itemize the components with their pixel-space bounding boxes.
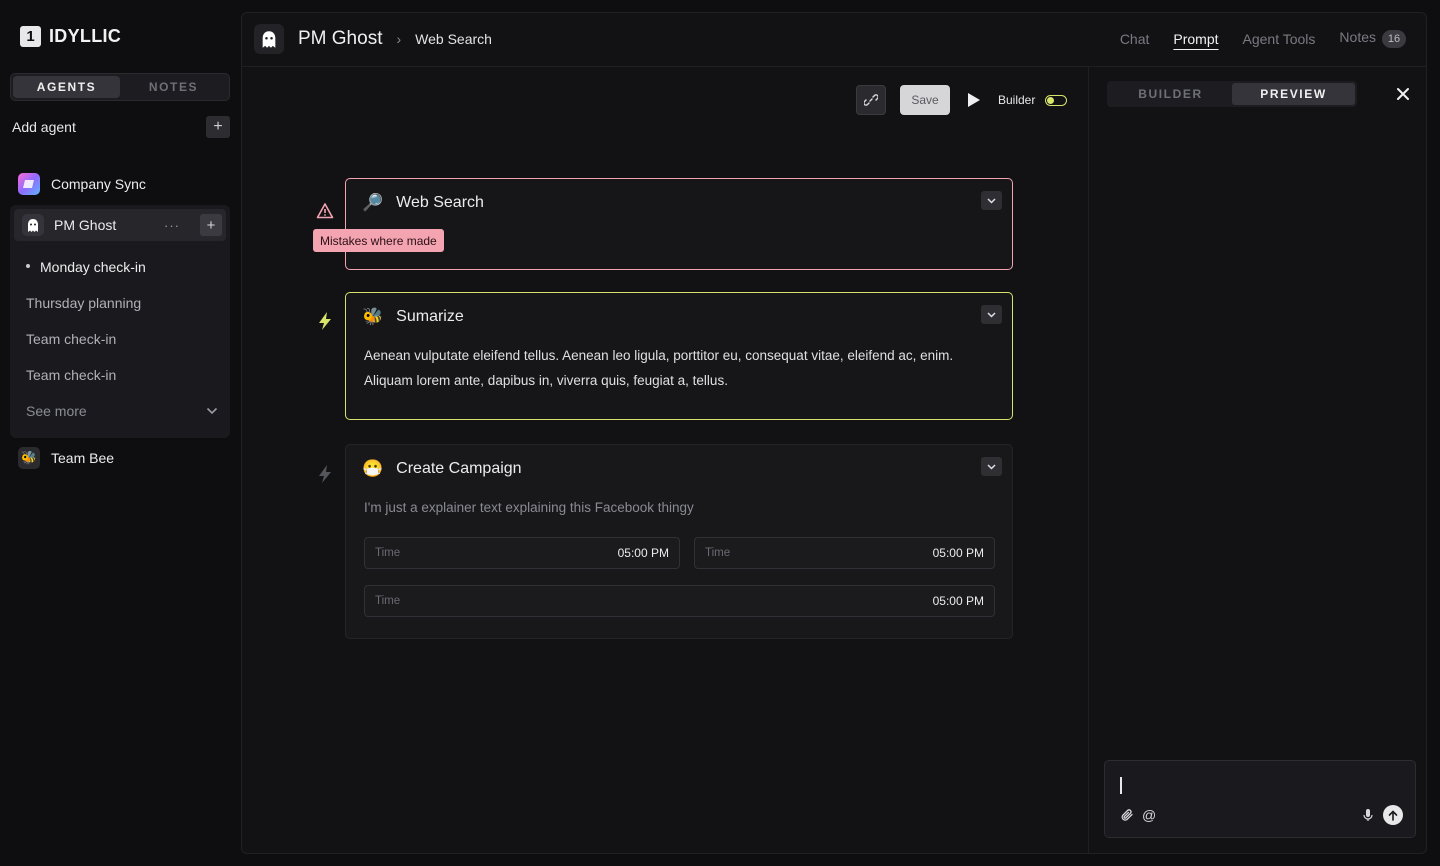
gradient-square-icon: [18, 173, 40, 195]
header-tabs: Chat Prompt Agent Tools Notes 16: [1120, 29, 1406, 48]
mask-emoji-icon: 😷: [362, 459, 384, 478]
pm-ghost-group: PM Ghost ··· + Monday check-in Thursday …: [10, 205, 230, 438]
copy-link-button[interactable]: [856, 85, 886, 115]
text-caret: [1120, 777, 1122, 794]
chevron-down-icon: [987, 197, 996, 204]
bee-emoji-icon: 🐝: [18, 447, 40, 469]
expand-button[interactable]: [981, 305, 1002, 324]
card-description: I'm just a explainer text explaining thi…: [364, 500, 694, 515]
lightning-icon: [314, 310, 336, 332]
agent-name: Team Bee: [51, 450, 115, 466]
logo-mark: 1: [20, 26, 41, 47]
card-header: 🔎 Web Search: [362, 193, 484, 213]
step-card-web-search[interactable]: 🔎 Web Search: [345, 178, 1013, 270]
card-header: 😷 Create Campaign: [362, 459, 522, 479]
time-field[interactable]: Time 05:00 PM: [694, 537, 995, 569]
card-header: 🐝 Sumarize: [362, 307, 464, 327]
builder-toggle-label: Builder: [998, 93, 1036, 107]
see-more-label: See more: [26, 403, 87, 419]
bee-emoji-icon: 🐝: [362, 307, 384, 326]
sidebar-item-team-bee[interactable]: 🐝 Team Bee: [18, 447, 114, 469]
composer-tools: @: [1120, 807, 1156, 823]
main-panel: PM Ghost › Web Search Chat Prompt Agent …: [241, 12, 1427, 854]
send-button[interactable]: [1383, 805, 1403, 825]
tab-notes[interactable]: NOTES: [120, 76, 227, 98]
sidebar-tabs: AGENTS NOTES: [10, 73, 230, 101]
arrow-up-icon: [1388, 809, 1398, 821]
breadcrumb: PM Ghost › Web Search: [254, 24, 492, 54]
app-root: 1 IDYLLIC AGENTS NOTES Add agent + Compa…: [0, 0, 1440, 866]
add-agent-row: Add agent +: [12, 116, 230, 138]
session-item[interactable]: Thursday planning: [26, 295, 141, 311]
time-field-value: 05:00 PM: [932, 594, 984, 608]
chevron-right-icon: ›: [396, 31, 402, 47]
tab-preview[interactable]: PREVIEW: [1232, 83, 1355, 105]
chevron-down-icon: [206, 407, 218, 415]
lightning-icon: [314, 463, 336, 485]
card-title: Web Search: [396, 194, 484, 211]
breadcrumb-current: Web Search: [415, 31, 492, 47]
link-icon: [864, 94, 878, 106]
card-description: Aenean vulputate eleifend tellus. Aenean…: [364, 348, 954, 388]
tab-notes-label: Notes: [1339, 29, 1376, 45]
chevron-down-icon: [987, 311, 996, 318]
tab-chat[interactable]: Chat: [1120, 31, 1150, 47]
chevron-down-icon: [987, 463, 996, 470]
notes-count-badge: 16: [1382, 30, 1406, 48]
composer-actions: [1363, 805, 1403, 825]
tab-agent-tools[interactable]: Agent Tools: [1243, 31, 1316, 47]
close-icon[interactable]: [1393, 84, 1413, 104]
ghost-icon: [254, 24, 284, 54]
ghost-icon: [22, 214, 44, 236]
topbar: PM Ghost › Web Search Chat Prompt Agent …: [242, 13, 1426, 67]
preview-pane: BUILDER PREVIEW @: [1088, 67, 1426, 853]
magnifier-emoji-icon: 🔎: [362, 193, 384, 212]
time-field-value: 05:00 PM: [617, 546, 669, 560]
page-title[interactable]: PM Ghost: [298, 28, 382, 50]
add-agent-label: Add agent: [12, 119, 76, 135]
sidebar: 1 IDYLLIC AGENTS NOTES Add agent + Compa…: [0, 0, 240, 866]
card-title: Create Campaign: [396, 460, 522, 477]
step-card-summarize[interactable]: 🐝 Sumarize Aenean vulputate eleifend tel…: [345, 292, 1013, 420]
session-item[interactable]: Team check-in: [26, 367, 116, 383]
expand-button[interactable]: [981, 191, 1002, 210]
time-field[interactable]: Time 05:00 PM: [364, 585, 995, 617]
paperclip-icon[interactable]: [1120, 808, 1134, 822]
time-field-label: Time: [375, 595, 401, 607]
sidebar-item-pm-ghost[interactable]: PM Ghost ··· +: [14, 209, 226, 241]
expand-button[interactable]: [981, 457, 1002, 476]
session-item[interactable]: Team check-in: [26, 331, 116, 347]
tab-builder[interactable]: BUILDER: [1109, 83, 1232, 105]
warning-icon[interactable]: [314, 200, 336, 222]
message-composer[interactable]: @: [1104, 760, 1416, 838]
time-field-label: Time: [705, 547, 731, 559]
see-more-button[interactable]: See more: [26, 403, 218, 419]
run-button[interactable]: [964, 90, 984, 110]
preview-tabs: BUILDER PREVIEW: [1107, 81, 1357, 107]
sidebar-item-company-sync[interactable]: Company Sync: [18, 173, 146, 195]
more-options-icon[interactable]: ···: [164, 218, 180, 233]
logo[interactable]: 1 IDYLLIC: [20, 26, 121, 47]
tab-agents[interactable]: AGENTS: [13, 76, 120, 98]
microphone-icon[interactable]: [1363, 808, 1373, 822]
mention-icon[interactable]: @: [1142, 807, 1156, 823]
builder-toolbar: Save Builder: [856, 85, 1068, 115]
time-field[interactable]: Time 05:00 PM: [364, 537, 680, 569]
save-button[interactable]: Save: [900, 85, 950, 115]
step-card-create-campaign[interactable]: 😷 Create Campaign I'm just a explainer t…: [345, 444, 1013, 639]
time-field-value: 05:00 PM: [932, 546, 984, 560]
agent-name: PM Ghost: [54, 217, 117, 233]
time-field-label: Time: [375, 547, 401, 559]
agent-name: Company Sync: [51, 176, 146, 192]
logo-text: IDYLLIC: [49, 26, 122, 46]
tab-notes[interactable]: Notes 16: [1339, 29, 1406, 48]
tab-prompt[interactable]: Prompt: [1173, 31, 1218, 47]
add-agent-button[interactable]: +: [206, 116, 230, 138]
builder-toggle[interactable]: [1045, 94, 1068, 106]
session-item[interactable]: Monday check-in: [26, 259, 146, 275]
error-tooltip: Mistakes where made: [313, 229, 444, 252]
card-title: Sumarize: [396, 308, 464, 325]
play-icon: [968, 93, 980, 107]
add-session-button[interactable]: +: [200, 214, 222, 236]
